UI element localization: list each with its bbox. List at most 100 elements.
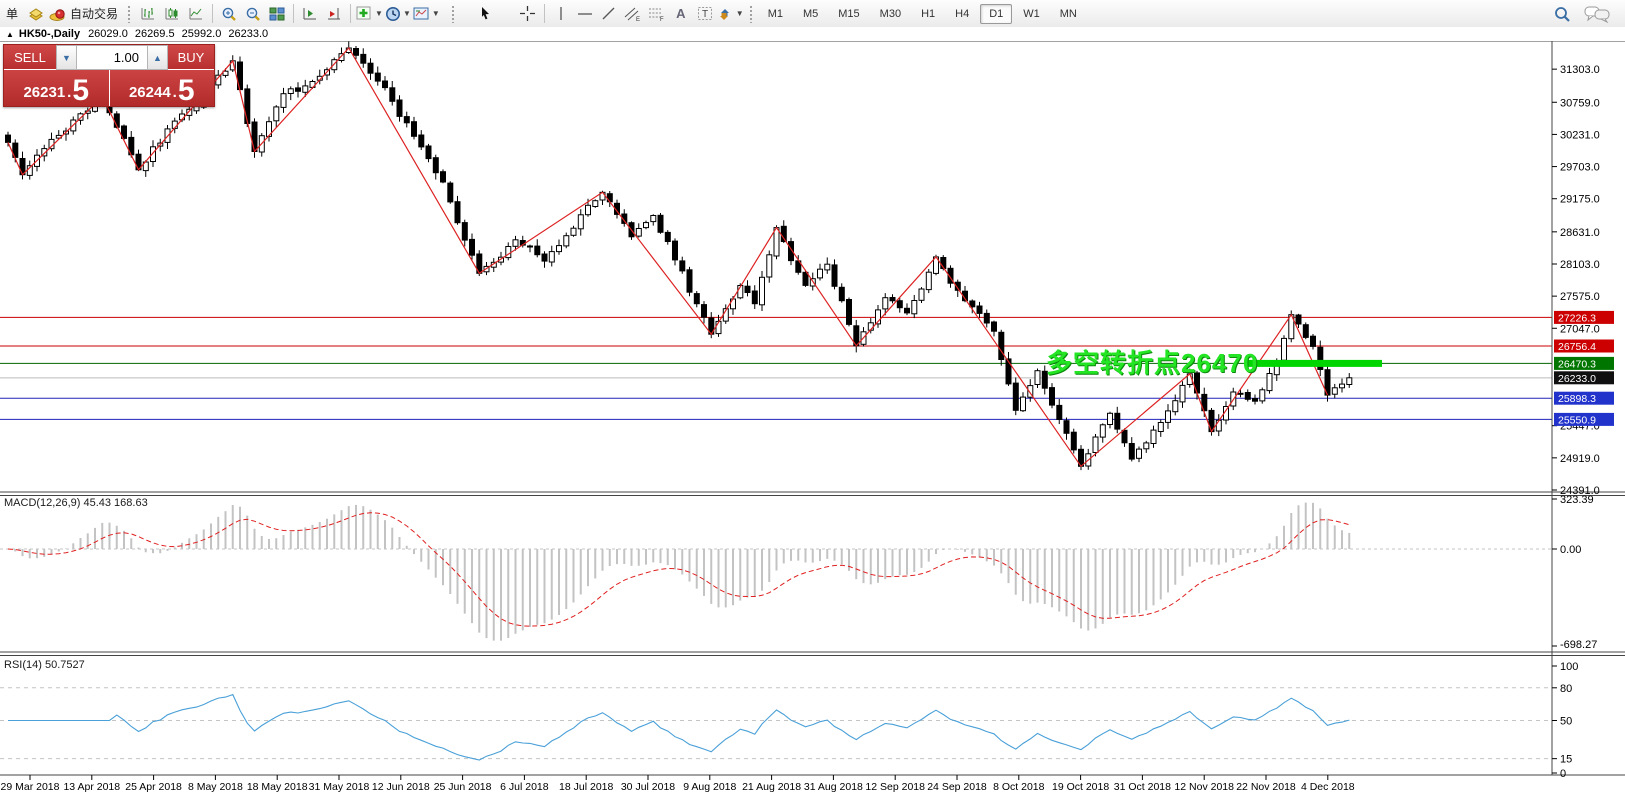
svg-text:15: 15 [1560,754,1572,766]
svg-text:22 Nov 2018: 22 Nov 2018 [1236,781,1296,793]
svg-text:50: 50 [1560,716,1572,728]
svg-text:12 Sep 2018: 12 Sep 2018 [865,781,925,793]
autotrading-label: 自动交易 [70,5,118,22]
one-click-trading-panel: SELL ▼ 1.00 ▲ BUY 26231.5 26244.5 [3,44,215,107]
periods-button[interactable]: ▼ [385,3,411,25]
toolbar-grip[interactable] [127,5,132,23]
volume-input[interactable]: 1.00 [77,45,147,70]
toolbar-grip[interactable] [749,5,754,23]
svg-text:-698.27: -698.27 [1560,639,1597,651]
timeframe-button-W1[interactable]: W1 [1014,4,1049,24]
timeframe-button-M1[interactable]: M1 [759,4,792,24]
volume-decrease-button[interactable]: ▼ [56,45,77,70]
orders-icon[interactable] [25,3,47,25]
svg-text:6 Jul 2018: 6 Jul 2018 [500,781,549,793]
buy-price-dot: . [173,85,177,100]
svg-text:31303.0: 31303.0 [1560,64,1600,76]
svg-text:12 Jun 2018: 12 Jun 2018 [372,781,430,793]
svg-text:12 Nov 2018: 12 Nov 2018 [1174,781,1234,793]
tile-windows-icon[interactable] [266,3,288,25]
svg-text:25898.3: 25898.3 [1558,393,1596,405]
price-axis: 31831.031303.030759.030231.029703.029175… [1552,32,1600,497]
svg-text:18 May 2018: 18 May 2018 [247,781,308,793]
sell-price[interactable]: 26231.5 [4,70,110,106]
timeframe-button-M30[interactable]: M30 [871,4,910,24]
svg-text:13 Apr 2018: 13 Apr 2018 [63,781,120,793]
auto-scroll-icon[interactable] [323,3,345,25]
sell-price-pip: 5 [72,79,89,104]
main-toolbar: 单 自动交易 ▼ [0,0,1625,28]
sell-price-dot: . [67,85,71,100]
autotrading-button[interactable]: 自动交易 [49,3,118,25]
new-order-button[interactable]: 单 [1,3,23,25]
chart-shift-icon[interactable] [299,3,321,25]
svg-text:4 Dec 2018: 4 Dec 2018 [1301,781,1355,793]
candlestick-icon[interactable] [161,3,183,25]
timeframe-button-MN[interactable]: MN [1051,4,1086,24]
svg-text:31 May 2018: 31 May 2018 [309,781,370,793]
ohlc-low: 25992.0 [182,28,222,40]
chart-window[interactable]: ▲ HK50-,Daily 26029.0 26269.5 25992.0 26… [0,27,1625,812]
arrows-caret[interactable]: ▼ [736,9,744,18]
bar-chart-icon[interactable] [137,3,159,25]
ohlc-close: 26233.0 [228,28,268,40]
svg-text:26470.3: 26470.3 [1558,358,1596,370]
indicators-caret[interactable]: ▼ [375,9,383,18]
crosshair-icon[interactable] [517,3,539,25]
pivot-highlight-line[interactable] [1245,360,1382,367]
chart-canvas[interactable]: 31831.031303.030759.030231.029703.029175… [0,27,1625,812]
vertical-line-icon[interactable] [550,3,572,25]
zoom-in-icon[interactable] [218,3,240,25]
macd-indicator-label: MACD(12,26,9) 45.43 168.63 [4,497,148,509]
toolbar-grip[interactable] [451,5,456,23]
timeframe-button-D1[interactable]: D1 [980,4,1012,24]
templates-button[interactable]: ▼ [413,3,440,25]
svg-text:9 Aug 2018: 9 Aug 2018 [683,781,736,793]
indicators-button[interactable]: ▼ [356,3,383,25]
timeframe-button-M15[interactable]: M15 [829,4,868,24]
svg-text:0.00: 0.00 [1560,544,1581,556]
buy-price-main: 26244 [129,85,171,100]
cursor-icon[interactable] [474,3,496,25]
buy-button[interactable]: BUY [168,45,214,70]
svg-text:27226.3: 27226.3 [1558,312,1596,324]
svg-text:80: 80 [1560,683,1572,695]
periods-caret[interactable]: ▼ [403,9,411,18]
collapse-icon[interactable]: ▲ [6,30,14,39]
svg-text:31 Aug 2018: 31 Aug 2018 [804,781,863,793]
svg-text:26233.0: 26233.0 [1558,373,1596,385]
svg-text:28631.0: 28631.0 [1560,227,1600,239]
svg-text:25 Apr 2018: 25 Apr 2018 [125,781,182,793]
svg-text:31 Oct 2018: 31 Oct 2018 [1114,781,1171,793]
svg-text:19 Oct 2018: 19 Oct 2018 [1052,781,1109,793]
svg-text:30 Jul 2018: 30 Jul 2018 [621,781,675,793]
fibonacci-icon[interactable]: F [646,3,668,25]
line-chart-icon[interactable] [185,3,207,25]
search-icon[interactable] [1551,3,1573,25]
sell-button[interactable]: SELL [4,45,56,70]
timeframe-button-M5[interactable]: M5 [794,4,827,24]
volume-increase-button[interactable]: ▲ [147,45,168,70]
channel-icon[interactable]: E [622,3,644,25]
chat-icon[interactable] [1584,3,1610,25]
svg-text:8 May 2018: 8 May 2018 [188,781,243,793]
svg-text:27047.0: 27047.0 [1560,323,1600,335]
horizontal-line-icon[interactable] [574,3,596,25]
arrows-icon[interactable]: ▼ [718,3,744,25]
svg-text:26756.4: 26756.4 [1558,341,1596,353]
svg-text:8 Oct 2018: 8 Oct 2018 [993,781,1045,793]
zoom-out-icon[interactable] [242,3,264,25]
templates-caret[interactable]: ▼ [432,9,440,18]
trendline-icon[interactable] [598,3,620,25]
text-label-icon[interactable]: T [694,3,716,25]
svg-text:T: T [702,9,708,20]
svg-text:0: 0 [1560,768,1566,780]
svg-text:25 Jun 2018: 25 Jun 2018 [434,781,492,793]
text-icon[interactable]: A [670,3,692,25]
timeframe-button-H1[interactable]: H1 [912,4,944,24]
timeframe-button-H4[interactable]: H4 [946,4,978,24]
timeframe-group: M1M5M15M30H1H4D1W1MN [758,4,1087,24]
svg-text:30759.0: 30759.0 [1560,97,1600,109]
svg-text:30231.0: 30231.0 [1560,129,1600,141]
buy-price[interactable]: 26244.5 [110,70,215,106]
